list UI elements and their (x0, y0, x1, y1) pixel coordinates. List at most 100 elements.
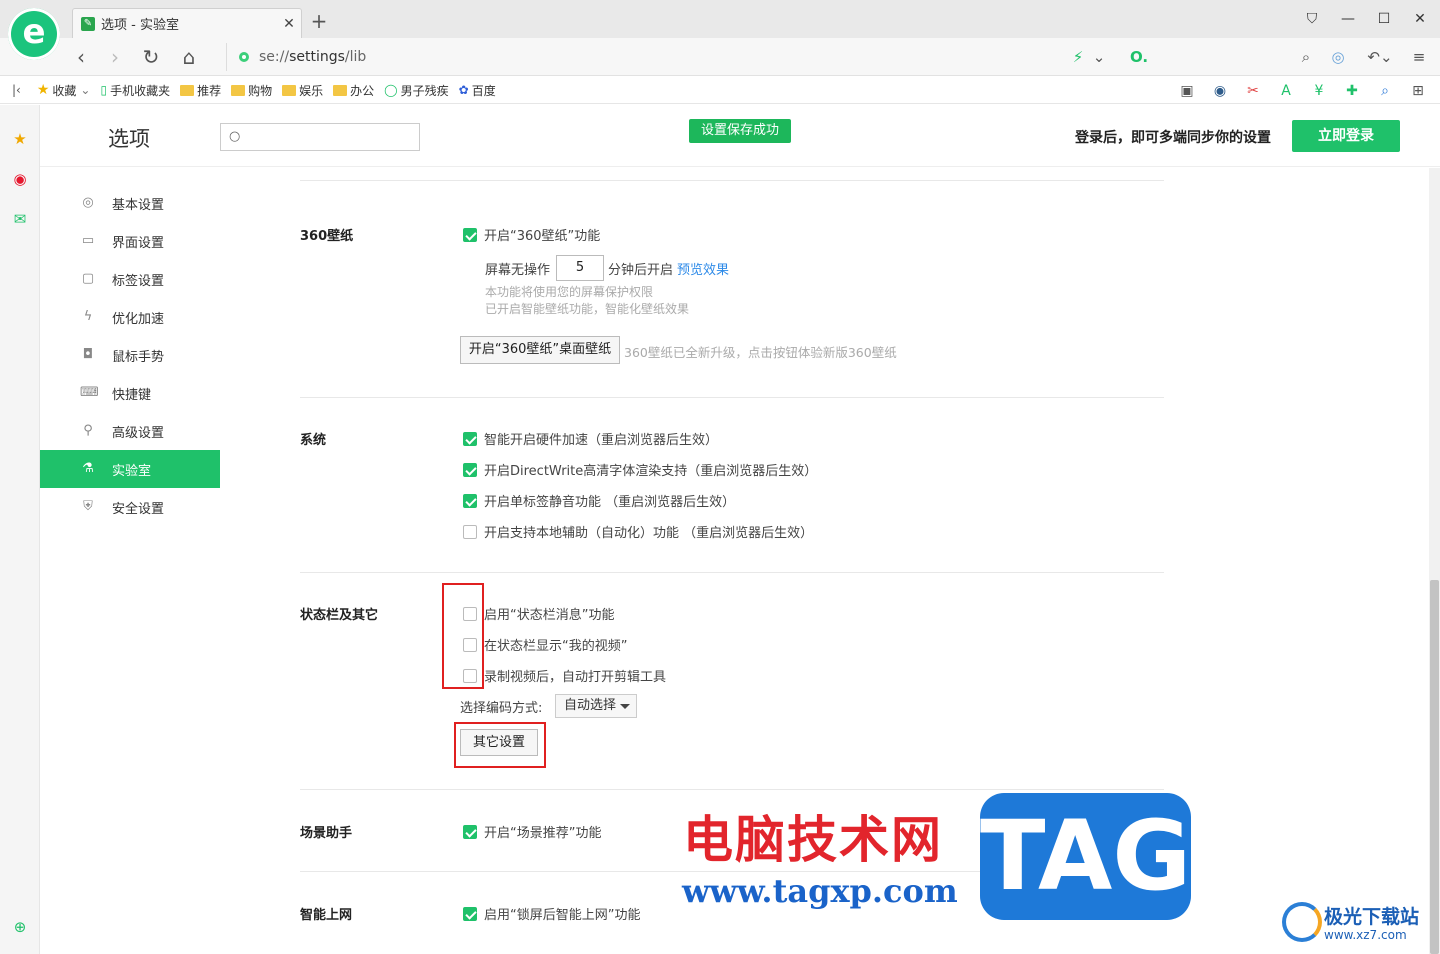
bookmark-item[interactable]: ◯ 男子残疾 (384, 82, 448, 99)
tab-title: 选项 - 实验室 (101, 18, 179, 33)
checkbox[interactable] (463, 906, 477, 921)
menu-item-lab[interactable]: ⚗ 实验室 (40, 450, 220, 488)
checkbox[interactable] (463, 431, 477, 446)
bookmark-item[interactable]: 购物 (231, 82, 272, 99)
minimize-icon[interactable]: — (1330, 8, 1366, 30)
page-title: 选项 (108, 127, 150, 151)
system-option[interactable]: 开启单标签静音功能 （重启浏览器后生效） (463, 491, 735, 510)
section-title-wallpaper: 360壁纸 (300, 229, 354, 244)
menu-item-optimize[interactable]: ϟ 优化加速 (40, 298, 220, 336)
cursor-icon[interactable]: ◉ (1208, 81, 1232, 101)
bookmark-item[interactable]: 娱乐 (282, 82, 323, 99)
home-icon[interactable]: ⌂ (176, 44, 202, 70)
window-close-icon[interactable]: ✕ (1402, 8, 1438, 30)
search-engine-icon[interactable]: O. (1124, 44, 1154, 70)
menu-item-tabs[interactable]: ▢ 标签设置 (40, 260, 220, 298)
scene-option[interactable]: 开启“场景推荐”功能 (463, 822, 601, 841)
system-option[interactable]: 开启DirectWrite高清字体渲染支持（重启浏览器后生效） (463, 460, 817, 479)
tab-settings-lab[interactable]: ✎ 选项 - 实验室 ✕ (72, 8, 302, 38)
star-icon[interactable]: ★ (10, 129, 30, 149)
chevron-down-icon[interactable]: ⌄ (1090, 44, 1108, 70)
section-title-smart: 智能上网 (300, 908, 353, 923)
bookmark-item[interactable]: ★ 收藏 ⌄ (37, 82, 91, 99)
settings-menu: ◎ 基本设置 ▭ 界面设置 ▢ 标签设置 ϟ 优化加速 ◘ 鼠标手势 ⌨ 快捷键 ⚲ 高级设置… (40, 184, 220, 526)
checkbox[interactable] (463, 493, 477, 508)
menu-label: 标签设置 (112, 273, 165, 289)
refresh-icon[interactable]: ↻ (138, 44, 164, 70)
add-icon[interactable]: ⊕ (10, 917, 30, 937)
login-button[interactable]: 立即登录 (1292, 120, 1400, 152)
bookmark-item[interactable]: 办公 (333, 82, 374, 99)
desktop-wallpaper-button[interactable]: 开启“360壁纸”桌面壁纸 (460, 336, 620, 364)
idle-suffix: 分钟后开启 (608, 262, 674, 278)
menu-label: 快捷键 (112, 387, 152, 403)
sidebar-toggle-icon[interactable]: |‹ (12, 83, 21, 97)
navigation-bar: ‹ › ↻ ⌂ se://settings/lib ⚡ ⌄ O. ⌕ ◎ ↶⌄ … (0, 38, 1440, 76)
search-input[interactable] (249, 127, 414, 147)
checkbox[interactable] (463, 524, 477, 539)
address-bar[interactable]: se://settings/lib (226, 43, 1076, 71)
highlight-box-other-button (454, 722, 546, 768)
bookmark-item[interactable]: 推荐 (180, 82, 221, 99)
lightning-icon[interactable]: ⚡ (1068, 44, 1088, 70)
mail-icon[interactable]: ✉ (10, 209, 30, 229)
system-option[interactable]: 智能开启硬件加速（重启浏览器后生效） (463, 429, 718, 448)
smart-option[interactable]: 启用“锁屏后智能上网”功能 (463, 904, 640, 923)
weibo-icon[interactable]: ◉ (10, 169, 30, 189)
statusbar-option[interactable]: 启用“状态栏消息”功能 (463, 604, 614, 623)
tab-icon: ▢ (81, 271, 95, 286)
divider (300, 397, 1164, 398)
logo-letter: e (22, 12, 46, 52)
close-icon[interactable]: ✕ (277, 16, 301, 32)
menu-label: 实验室 (112, 463, 152, 479)
preview-link[interactable]: 预览效果 (677, 259, 729, 278)
encoding-label: 选择编码方式: (460, 701, 543, 716)
chevron-down-icon (620, 704, 630, 709)
translate-icon[interactable]: ◎ (1328, 44, 1348, 70)
menu-label: 优化加速 (112, 311, 165, 327)
menu-item-mouse[interactable]: ◘ 鼠标手势 (40, 336, 220, 374)
watermark-tag-logo: TAG (980, 793, 1191, 920)
shopping-icon[interactable]: ¥ (1307, 81, 1331, 101)
settings-search[interactable]: ○ (220, 123, 420, 151)
back-icon[interactable]: ‹ (68, 44, 94, 70)
game-icon[interactable]: ✚ (1340, 81, 1364, 101)
address-suffix: /lib (344, 49, 367, 65)
wallpaper-enable-option[interactable]: 开启“360壁纸”功能 (463, 225, 600, 244)
brand-url: www.xz7.com (1324, 928, 1407, 942)
browser-logo[interactable]: e (8, 8, 60, 60)
forward-icon[interactable]: › (102, 44, 128, 70)
search-ext-icon[interactable]: ⌕ (1373, 81, 1397, 101)
scissors-icon[interactable]: ✂ (1241, 81, 1265, 101)
menu-item-shortcuts[interactable]: ⌨ 快捷键 (40, 374, 220, 412)
menu-item-advanced[interactable]: ⚲ 高级设置 (40, 412, 220, 450)
bookmark-label: 百度 (471, 83, 496, 98)
undo-icon[interactable]: ↶⌄ (1364, 44, 1396, 70)
encoding-select[interactable]: 自动选择 (555, 694, 637, 718)
watermark-text: 电脑技术网 (683, 811, 943, 869)
window-icon: ▭ (81, 233, 95, 248)
scrollbar-thumb[interactable] (1430, 580, 1439, 954)
menu-icon[interactable]: ≡ (1408, 44, 1430, 70)
phone-icon: ▯ (100, 83, 108, 97)
new-tab-icon[interactable]: + (308, 10, 330, 32)
statusbar-option[interactable]: 在状态栏显示“我的视频” (463, 635, 627, 654)
reader-icon[interactable]: ▣ (1175, 81, 1199, 101)
shirt-skin-icon[interactable]: ⛉ (1294, 8, 1330, 30)
bookmark-item[interactable]: ✿ 百度 (459, 82, 496, 99)
checkbox[interactable] (463, 824, 477, 839)
menu-item-interface[interactable]: ▭ 界面设置 (40, 222, 220, 260)
maximize-icon[interactable]: ☐ (1366, 8, 1402, 30)
translate-ext-icon[interactable]: A (1274, 81, 1298, 101)
wallpaper-enable-checkbox[interactable] (463, 227, 477, 242)
system-option[interactable]: 开启支持本地辅助（自动化）功能 （重启浏览器后生效） (463, 522, 813, 541)
menu-item-basic[interactable]: ◎ 基本设置 (40, 184, 220, 222)
checkbox[interactable] (463, 462, 477, 477)
idle-minutes-input[interactable]: 5 (556, 255, 605, 281)
statusbar-option[interactable]: 录制视频后，自动打开剪辑工具 (463, 666, 666, 685)
bookmark-label: 推荐 (197, 83, 222, 98)
menu-item-security[interactable]: ⛨ 安全设置 (40, 488, 220, 526)
search-icon[interactable]: ⌕ (1296, 44, 1316, 70)
bookmark-item[interactable]: ▯ 手机收藏夹 (100, 82, 170, 99)
apps-icon[interactable]: ⊞ (1406, 81, 1430, 101)
